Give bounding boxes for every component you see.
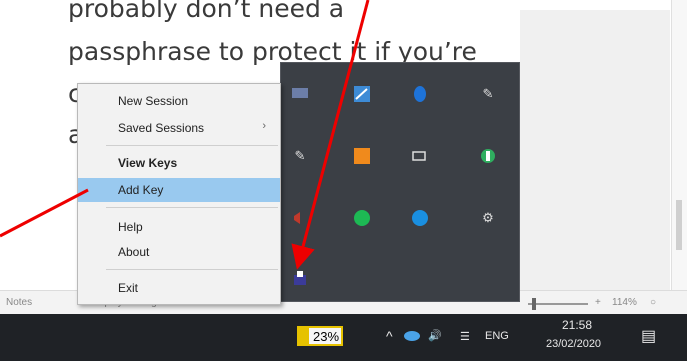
arrow-to-add-key xyxy=(0,188,89,238)
arrow-to-pageant-icon xyxy=(291,0,370,270)
annotation-arrows xyxy=(0,0,370,270)
